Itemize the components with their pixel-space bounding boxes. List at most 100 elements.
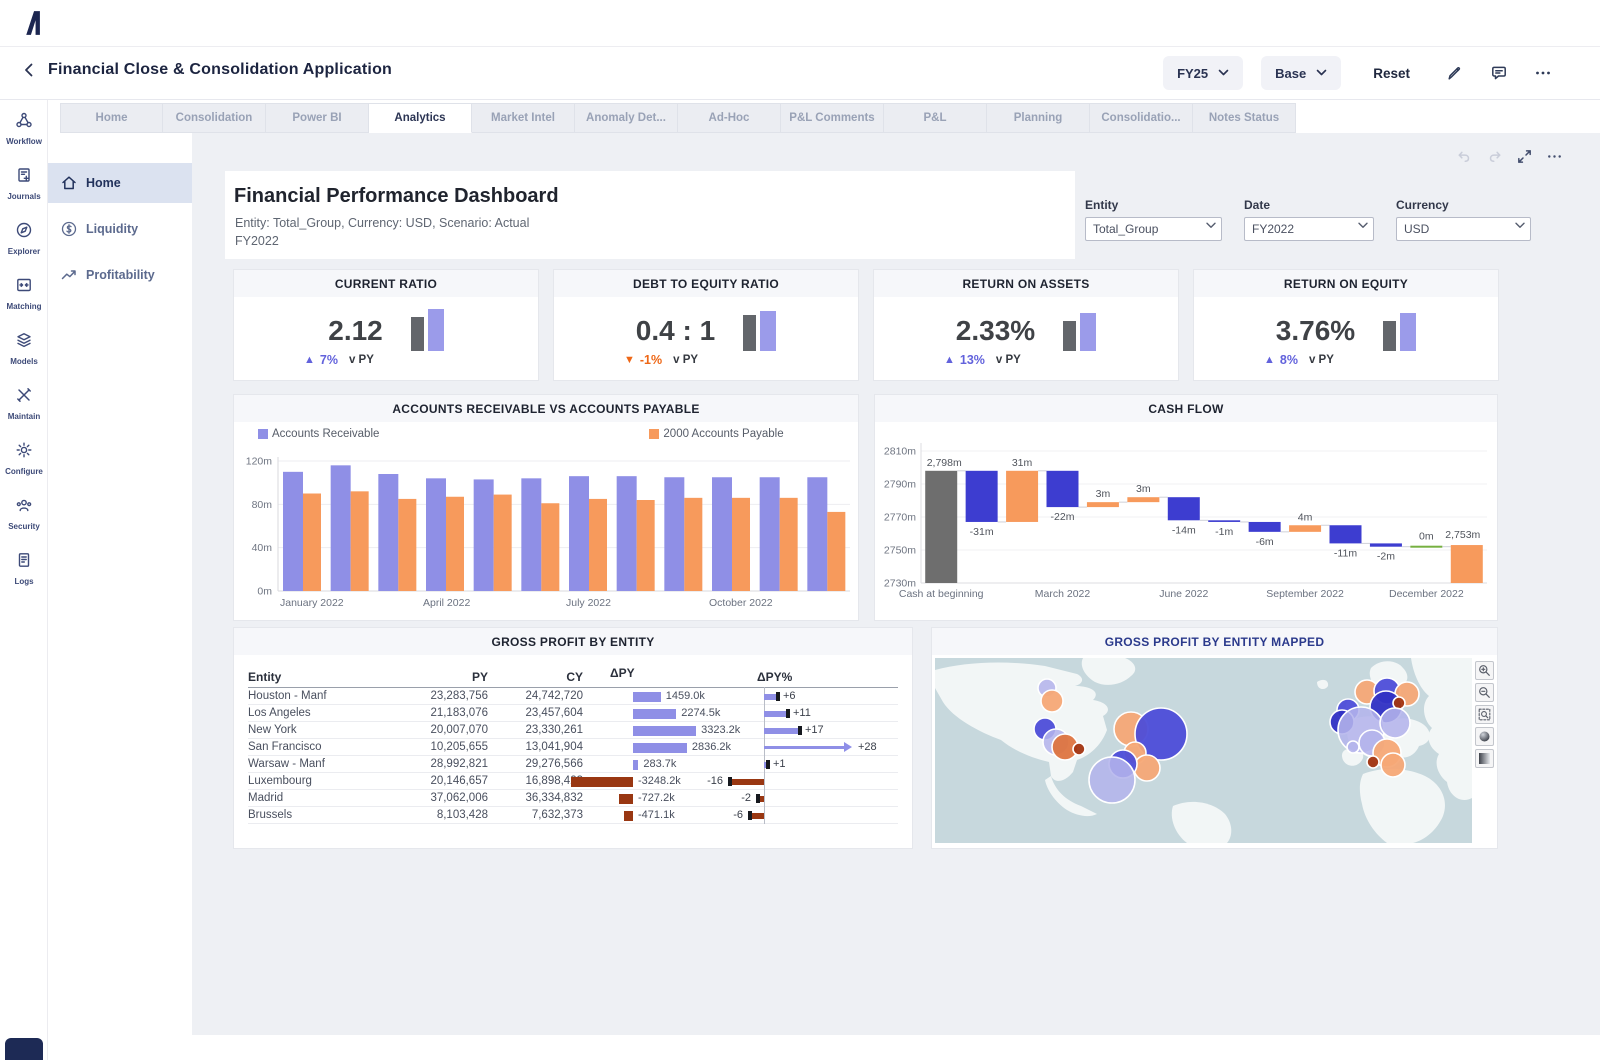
svg-text:40m: 40m (252, 542, 273, 554)
tab-notes-status[interactable]: Notes Status (1193, 103, 1296, 133)
rail-item-configure[interactable]: Configure (0, 434, 48, 485)
rail-item-journals[interactable]: Journals (0, 159, 48, 210)
kpi-title: RETURN ON ASSETS (874, 270, 1178, 297)
rail-item-explorer[interactable]: Explorer (0, 214, 48, 265)
zero-axis-line (764, 806, 765, 824)
version-dropdown[interactable]: Base (1261, 56, 1342, 90)
delta-py-bar (633, 742, 687, 753)
security-icon (15, 496, 33, 514)
tab-market-intel[interactable]: Market Intel (472, 103, 575, 133)
delta-py-cell: 3323.2k (583, 722, 743, 738)
map-bubble[interactable] (1040, 689, 1064, 713)
delta-pct-value: -6 (733, 809, 743, 821)
tab-home[interactable]: Home (60, 103, 163, 133)
py-cell: 20,007,070 (430, 724, 488, 736)
map-bubble[interactable] (1392, 696, 1406, 710)
up-triangle-icon: ▲ (944, 354, 955, 366)
delta-py-value: 2836.2k (691, 741, 732, 753)
arrow-head-icon (844, 741, 852, 752)
map-bubble[interactable] (1133, 754, 1161, 782)
back-chevron-icon[interactable] (20, 61, 38, 79)
pencil-icon[interactable] (1442, 60, 1468, 86)
down-triangle-icon: ▼ (624, 354, 635, 366)
tab-ad-hoc[interactable]: Ad-Hoc (678, 103, 781, 133)
py-cell: 10,205,655 (430, 741, 488, 753)
kpi-center: 3.76% (1194, 309, 1498, 351)
kpi-bar-prior-year (743, 315, 757, 351)
table-row: Luxembourg 20,146,657 16,898,423 -3248.2k -1… (248, 772, 898, 790)
rail-item-label: Logs (14, 577, 34, 586)
rail-item-maintain[interactable]: Maintain (0, 379, 48, 430)
tab-analytics[interactable]: Analytics (369, 103, 472, 133)
kpi-body: 2.33% ▲ 13% v PY (874, 297, 1178, 380)
tab-anomaly-det[interactable]: Anomaly Det... (575, 103, 678, 133)
rail-item-workflow[interactable]: Workflow (0, 104, 48, 155)
delta-py-value: 1459.0k (665, 690, 705, 702)
fiscal-year-dropdown[interactable]: FY25 (1163, 56, 1244, 90)
zoom-in-icon[interactable] (1475, 661, 1494, 680)
svg-text:0m: 0m (257, 586, 272, 598)
svg-text:2810m: 2810m (884, 446, 916, 458)
py-cell: 21,183,076 (430, 707, 488, 719)
redo-icon[interactable] (1482, 144, 1506, 168)
svg-text:-1m: -1m (1215, 526, 1233, 538)
reset-button[interactable]: Reset (1373, 66, 1410, 81)
map-bubble[interactable] (1346, 740, 1360, 754)
chevron-down-icon (1316, 69, 1327, 76)
zoom-out-icon[interactable] (1475, 683, 1494, 702)
globe-icon[interactable] (1475, 727, 1494, 746)
kpi-bar-prior-year (1383, 321, 1397, 351)
explorer-icon (15, 221, 33, 239)
tab-p-l-comments[interactable]: P&L Comments (781, 103, 884, 133)
tab-p-l[interactable]: P&L (884, 103, 987, 133)
py-cell: 37,062,006 (430, 792, 488, 804)
delta-py-bar (633, 691, 661, 702)
bullet-marker (728, 777, 732, 786)
entity-cell: Los Angeles (248, 707, 311, 719)
date-select[interactable]: FY2022 (1244, 217, 1374, 241)
rail-footer-badge[interactable] (5, 1038, 43, 1060)
rail-item-security[interactable]: Security (0, 489, 48, 540)
svg-text:2,798m: 2,798m (927, 457, 962, 469)
delta-py-cell: 2274.5k (583, 705, 743, 721)
rail-item-matching[interactable]: Matching (0, 269, 48, 320)
map-bubble[interactable] (1379, 707, 1411, 739)
app-title: Financial Close & Consolidation Applicat… (48, 61, 393, 78)
expand-icon[interactable] (1512, 144, 1536, 168)
delta-py-cell: 2836.2k (583, 739, 743, 755)
tab-planning[interactable]: Planning (987, 103, 1090, 133)
delta-py-cell: 283.7k (583, 756, 743, 772)
kpi-mini-bars (1063, 309, 1097, 351)
map-bubble[interactable] (1380, 752, 1406, 778)
zoom-selection-icon[interactable] (1475, 705, 1494, 724)
ellipsis-icon[interactable] (1530, 60, 1556, 86)
map-bubble[interactable] (1088, 756, 1136, 804)
map-bubble[interactable] (1072, 742, 1086, 756)
svg-text:December 2022: December 2022 (1389, 588, 1464, 600)
map-bubble[interactable] (1366, 755, 1380, 769)
top-bar (0, 0, 1600, 47)
configure-icon (15, 441, 33, 459)
py-cell: 28,992,821 (430, 758, 488, 770)
rail-item-logs[interactable]: Logs (0, 544, 48, 595)
subnav-item-label: Home (86, 176, 121, 190)
grayscale-icon[interactable] (1475, 749, 1494, 768)
kpi-vs-py-label: v PY (995, 354, 1021, 366)
rail-item-models[interactable]: Models (0, 324, 48, 375)
entity-select[interactable]: Total_Group (1085, 217, 1222, 241)
comment-icon[interactable] (1486, 60, 1512, 86)
world-bubble-map[interactable] (935, 658, 1472, 843)
page-heading-card: Financial Performance Dashboard Entity: … (225, 171, 1075, 259)
tab-power-bi[interactable]: Power BI (266, 103, 369, 133)
subnav-item-profitability[interactable]: Profitability (48, 255, 192, 295)
delta-py-value: -727.2k (638, 792, 675, 804)
more-icon[interactable] (1542, 144, 1566, 168)
undo-icon[interactable] (1452, 144, 1476, 168)
tab-consolidatio[interactable]: Consolidatio... (1090, 103, 1193, 133)
currency-select[interactable]: USD (1396, 217, 1531, 241)
tab-consolidation[interactable]: Consolidation (163, 103, 266, 133)
subnav-item-home[interactable]: Home (48, 163, 192, 203)
kpi-bar-prior-year (410, 317, 424, 351)
bullet-marker (748, 811, 752, 820)
subnav-item-liquidity[interactable]: Liquidity (48, 209, 192, 249)
